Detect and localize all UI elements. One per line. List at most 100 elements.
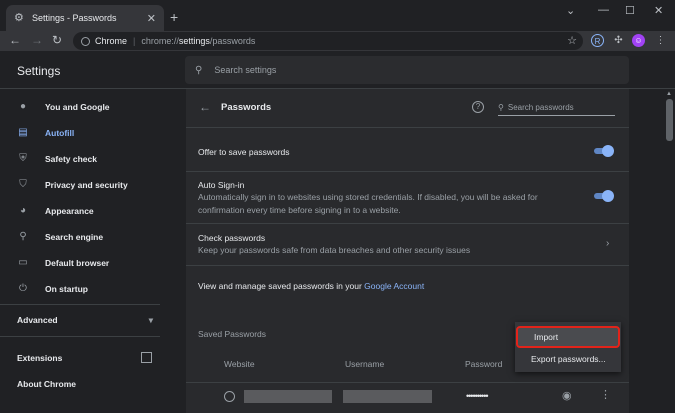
puzzle-icon[interactable]: ✣	[612, 34, 625, 47]
close-icon[interactable]: ✕	[654, 4, 663, 17]
forward-icon[interactable]: →	[31, 33, 43, 47]
url-scheme: chrome://	[141, 36, 179, 46]
back-arrow-icon[interactable]: ←	[199, 100, 211, 114]
auto-signin-row: Auto Sign-in Automatically sign in to we…	[186, 171, 629, 223]
palette-icon: ◕	[19, 205, 27, 216]
shield-icon: ⛉	[19, 179, 27, 190]
masked-password: ••••••••••	[466, 391, 488, 401]
column-header-username: Username	[345, 359, 385, 369]
manage-text: View and manage saved passwords in your …	[198, 281, 424, 291]
settings-header: Settings ⚲	[0, 51, 675, 89]
chevron-right-icon: ›	[606, 238, 610, 249]
eye-icon[interactable]: ◉	[562, 389, 572, 402]
origin-chip: Chrome	[95, 36, 128, 46]
saved-passwords-menu: Import Export passwords...	[515, 322, 621, 372]
sidebar-item-search-engine[interactable]: ⚲ Search engine	[0, 227, 160, 247]
offer-save-row: Offer to save passwords	[186, 127, 629, 171]
sidebar-item-autofill[interactable]: ▤ Autofill	[0, 123, 160, 143]
browser-icon: ▭	[18, 257, 28, 268]
check-passwords-desc: Keep your passwords safe from data breac…	[198, 245, 471, 255]
scroll-up-icon[interactable]: ▲	[666, 91, 672, 97]
export-menu-item[interactable]: Export passwords...	[515, 348, 621, 370]
scrollbar-thumb[interactable]	[666, 99, 673, 141]
auto-signin-title: Auto Sign-in	[198, 180, 245, 190]
chrome-icon	[81, 36, 90, 46]
google-account-row: View and manage saved passwords in your …	[186, 265, 629, 311]
check-passwords-title: Check passwords	[198, 233, 266, 243]
import-menu-item[interactable]: Import	[516, 326, 620, 348]
reload-icon[interactable]: ↻	[52, 33, 62, 47]
minimize-icon[interactable]: —	[598, 4, 609, 16]
bookmark-star-icon[interactable]: ☆	[567, 34, 577, 47]
sidebar-item-label: Privacy and security	[45, 180, 128, 190]
new-tab-icon[interactable]: +	[170, 9, 178, 25]
sidebar-item-you-and-google[interactable]: ● You and Google	[0, 97, 160, 117]
sidebar-item-label: Appearance	[45, 206, 94, 216]
shield-icon: ⛨	[19, 153, 27, 164]
url-host: settings	[178, 36, 210, 46]
divider	[0, 304, 160, 305]
sidebar-item-privacy[interactable]: ⛉ Privacy and security	[0, 175, 160, 195]
more-actions-icon[interactable]: ⋮	[600, 388, 611, 401]
open-external-icon	[141, 352, 152, 363]
sidebar-item-label: Safety check	[45, 154, 97, 164]
extension-icon[interactable]: R	[591, 34, 604, 47]
maximize-icon[interactable]: ☐	[625, 4, 635, 17]
globe-icon	[224, 391, 235, 402]
divider: |	[133, 36, 136, 46]
check-passwords-row[interactable]: Check passwords Keep your passwords safe…	[186, 223, 629, 265]
column-header-website: Website	[224, 359, 255, 369]
section-title: Passwords	[221, 102, 272, 113]
sidebar-item-on-startup[interactable]: ⏻ On startup	[0, 279, 160, 299]
close-tab-icon[interactable]: ✕	[147, 12, 156, 25]
sidebar-item-appearance[interactable]: ◕ Appearance	[0, 201, 160, 221]
google-account-link[interactable]: Google Account	[364, 281, 424, 291]
avatar[interactable]: ☺	[632, 34, 645, 47]
profile-menu-icon[interactable]: ⌄	[566, 4, 575, 17]
gear-icon: ⚙	[14, 12, 24, 24]
sidebar-advanced-label: Advanced	[17, 315, 58, 325]
column-header-password: Password	[465, 359, 503, 369]
search-input[interactable]	[214, 65, 515, 75]
address-bar[interactable]: Chrome | chrome://settings/passwords ☆	[73, 32, 583, 50]
sidebar-item-label: On startup	[45, 284, 88, 294]
chevron-down-icon: ▾	[148, 315, 153, 325]
sidebar: ● You and Google ▤ Autofill ⛨ Safety che…	[0, 90, 160, 413]
url-path: /passwords	[209, 36, 256, 46]
sidebar-item-label: Autofill	[45, 128, 75, 138]
back-icon[interactable]: ←	[9, 33, 21, 47]
page-title: Settings	[17, 64, 61, 78]
offer-save-label: Offer to save passwords	[198, 147, 290, 157]
sidebar-item-default-browser[interactable]: ▭ Default browser	[0, 253, 160, 273]
sidebar-item-safety-check[interactable]: ⛨ Safety check	[0, 149, 160, 169]
redacted-username	[343, 390, 432, 403]
power-icon: ⏻	[19, 283, 27, 294]
person-icon: ●	[19, 101, 27, 112]
tab-title: Settings - Passwords	[32, 13, 117, 23]
password-search[interactable]: ⚲	[498, 99, 615, 116]
scrollbar[interactable]: ▲	[664, 89, 675, 413]
sidebar-item-label: You and Google	[45, 102, 110, 112]
help-icon[interactable]: ?	[472, 101, 484, 113]
sidebar-advanced[interactable]: Advanced ▾	[17, 315, 153, 326]
auto-signin-toggle[interactable]	[592, 190, 614, 202]
table-row: •••••••••• ◉ ⋮	[186, 382, 629, 410]
offer-save-toggle[interactable]	[592, 145, 614, 157]
auto-signin-desc: Automatically sign in to websites using …	[198, 192, 538, 215]
sidebar-item-label: Search engine	[45, 232, 104, 242]
sidebar-item-extensions[interactable]: Extensions	[17, 353, 62, 363]
settings-search[interactable]: ⚲	[185, 56, 629, 84]
saved-passwords-title: Saved Passwords	[198, 329, 267, 339]
search-icon: ⚲	[195, 64, 203, 76]
sidebar-item-about[interactable]: About Chrome	[17, 379, 76, 389]
tab-settings[interactable]: ⚙ Settings - Passwords ✕	[6, 5, 164, 31]
toolbar: ← → ↻ Chrome | chrome://settings/passwor…	[0, 31, 675, 51]
manage-prefix: View and manage saved passwords in your	[198, 281, 365, 291]
search-icon: ⚲	[498, 102, 504, 112]
menu-kebab-icon[interactable]: ⋮	[654, 34, 667, 47]
tab-strip: ⚙ Settings - Passwords ✕ + ⌄ — ☐ ✕	[0, 0, 675, 31]
password-search-input[interactable]	[507, 102, 608, 112]
search-icon: ⚲	[19, 231, 27, 242]
divider	[0, 336, 160, 337]
clipboard-icon: ▤	[18, 127, 28, 138]
